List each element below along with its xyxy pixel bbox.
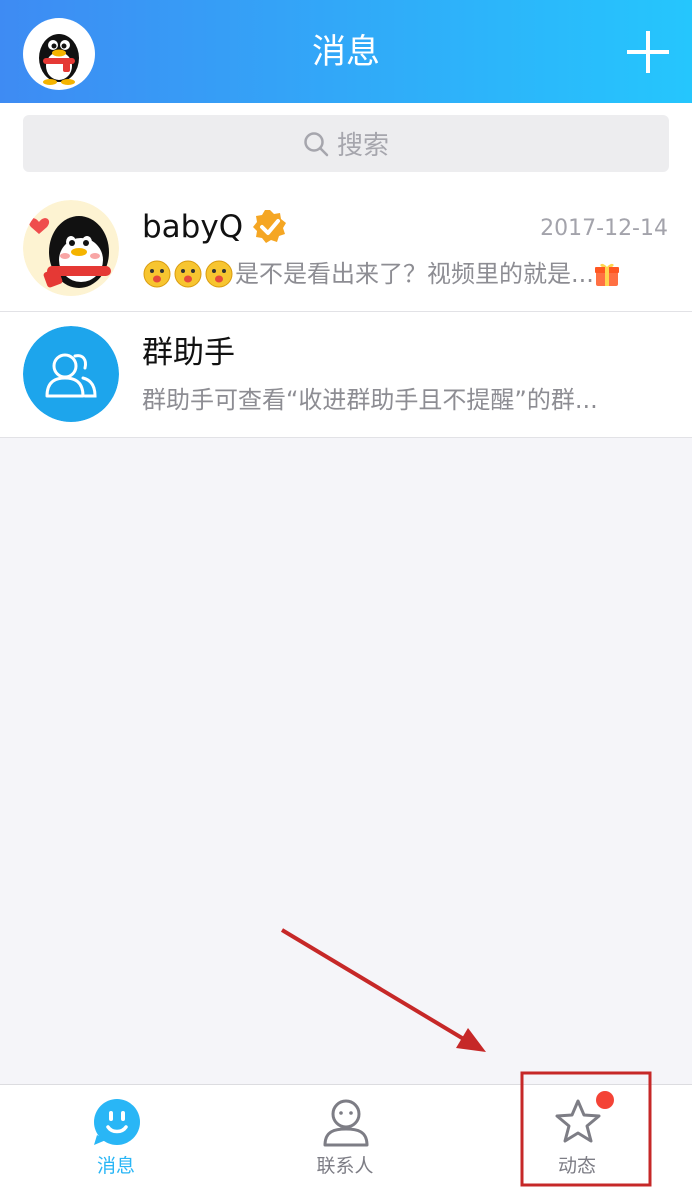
add-plus-icon[interactable] xyxy=(627,31,669,73)
top-bar: 消息 xyxy=(0,0,692,103)
smile-emoji-icon xyxy=(143,260,171,288)
conversation-name: babyQ xyxy=(142,209,244,245)
conversation-preview: 群助手可查看“收进群助手且不提醒”的群... xyxy=(142,386,598,414)
babyq-penguin-icon xyxy=(23,200,119,296)
page-title: 消息 xyxy=(312,32,380,72)
tab-messages[interactable]: 消息 xyxy=(46,1085,186,1188)
search-icon xyxy=(304,131,329,156)
person-icon xyxy=(323,1099,369,1147)
smile-emoji-icon xyxy=(174,260,202,288)
babyq-avatar xyxy=(23,200,119,296)
tab-label: 消息 xyxy=(96,1155,135,1177)
tab-contacts[interactable]: 联系人 xyxy=(275,1085,415,1188)
search-input[interactable]: 搜索 xyxy=(23,115,669,172)
tab-label: 动态 xyxy=(557,1155,596,1177)
chat-smile-icon xyxy=(94,1099,140,1145)
tab-label: 联系人 xyxy=(316,1155,374,1177)
annotation-arrow-head-icon xyxy=(456,1028,486,1052)
group-people-icon xyxy=(23,326,119,422)
conversation-item-group-helper[interactable]: 群助手 群助手可查看“收进群助手且不提醒”的群... xyxy=(0,312,692,437)
smile-emoji-icon xyxy=(205,260,233,288)
gift-icon xyxy=(594,263,619,286)
conversation-preview: 是不是看出来了？视频里的就是... xyxy=(235,260,594,288)
verified-badge-icon xyxy=(253,210,287,243)
conversation-time: 2017-12-14 xyxy=(540,216,668,241)
annotation-arrow-line xyxy=(280,928,474,1046)
list-divider xyxy=(0,437,692,438)
group-helper-avatar xyxy=(23,326,119,422)
search-placeholder: 搜索 xyxy=(336,131,389,161)
search-area: 搜索 xyxy=(0,103,692,186)
bottom-tab-bar: 消息 联系人 动态 xyxy=(0,1084,692,1188)
notification-dot-icon xyxy=(596,1091,614,1109)
conversation-item-babyq[interactable]: babyQ 2017-12-14 是不是看出来了？视频里的就是... xyxy=(0,186,692,311)
tab-feed[interactable]: 动态 xyxy=(507,1085,647,1188)
conversation-name: 群助手 xyxy=(142,335,235,371)
